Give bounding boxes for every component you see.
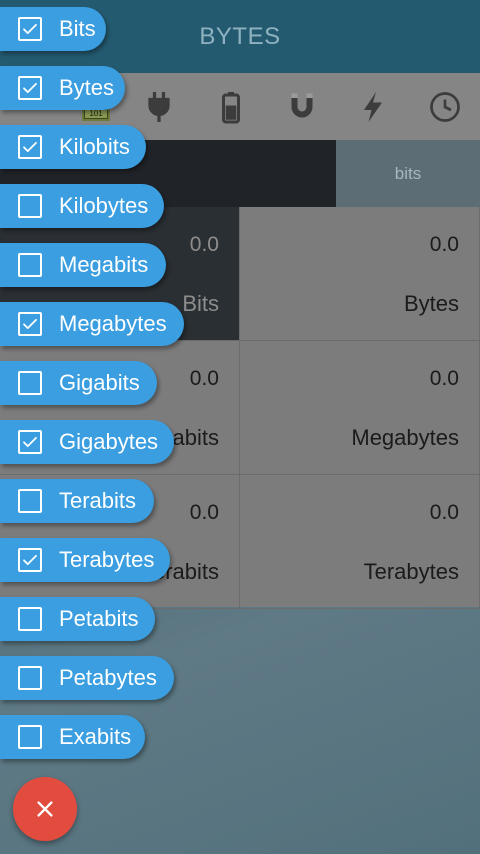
checkbox[interactable]: [18, 17, 42, 41]
unit-toggle-label: Petabytes: [59, 665, 157, 690]
check-icon: [23, 554, 37, 566]
cell-unit: Bits: [182, 291, 219, 316]
close-button[interactable]: [13, 777, 77, 841]
grid-cell[interactable]: 0.0 Terabytes: [240, 475, 480, 609]
cell-unit: Terabytes: [363, 559, 459, 584]
lightning-icon[interactable]: [353, 87, 393, 127]
cell-value: 0.0: [189, 501, 219, 524]
unit-toggle-bits[interactable]: Bits: [0, 7, 106, 51]
unit-toggle-label: Megabits: [59, 252, 149, 277]
unit-toggle-petabytes[interactable]: Petabytes: [0, 656, 174, 700]
unit-toggle-label: Terabits: [59, 488, 137, 513]
unit-toggle-kilobits[interactable]: Kilobits: [0, 125, 146, 169]
unit-toggle-terabits[interactable]: Terabits: [0, 479, 154, 523]
unit-toggle-label: Gigabytes: [59, 429, 159, 454]
cell-value: 0.0: [429, 233, 459, 256]
check-icon: [23, 141, 37, 153]
checkbox[interactable]: [18, 430, 42, 454]
unit-toggle-gigabits[interactable]: Gigabits: [0, 361, 157, 405]
cell-unit: Megabytes: [351, 425, 459, 450]
checkbox[interactable]: [18, 548, 42, 572]
binary-icon-label: 101: [84, 109, 108, 119]
checkbox[interactable]: [18, 371, 42, 395]
unit-toggle-label: Kilobytes: [59, 193, 149, 218]
unit-toggle-label: Terabytes: [59, 547, 155, 572]
check-icon: [23, 318, 37, 330]
unit-toggle-petabits[interactable]: Petabits: [0, 597, 155, 641]
check-icon: [23, 23, 37, 35]
battery-icon[interactable]: [211, 87, 251, 127]
close-icon: [37, 801, 53, 817]
unit-toggle-exabits[interactable]: Exabits: [0, 715, 145, 759]
cell-value: 0.0: [429, 367, 459, 390]
checkbox[interactable]: [18, 312, 42, 336]
magnet-icon[interactable]: [282, 87, 322, 127]
checkbox[interactable]: [18, 253, 42, 277]
cell-value: 0.0: [189, 233, 219, 256]
unit-toggle-label: Bytes: [59, 75, 115, 100]
clock-icon[interactable]: [425, 87, 465, 127]
unit-toggle-label: Petabits: [59, 606, 139, 631]
cell-unit: Bytes: [403, 291, 459, 316]
checkbox[interactable]: [18, 725, 42, 749]
page-title: BYTES: [199, 22, 281, 50]
unit-toggle-terabytes[interactable]: Terabytes: [0, 538, 170, 582]
unit-toggle-label: Exabits: [59, 724, 132, 749]
checkbox[interactable]: [18, 489, 42, 513]
checkbox[interactable]: [18, 194, 42, 218]
unit-toggle-label: Kilobits: [59, 134, 130, 159]
cell-value: 0.0: [189, 367, 219, 390]
plug-icon[interactable]: [139, 87, 179, 127]
unit-toggle-bytes[interactable]: Bytes: [0, 66, 125, 110]
checkbox[interactable]: [18, 607, 42, 631]
unit-toggle-megabits[interactable]: Megabits: [0, 243, 166, 287]
grid-cell[interactable]: 0.0 Megabytes: [240, 341, 480, 475]
unit-toggle-label: Megabytes: [59, 311, 167, 336]
checkbox[interactable]: [18, 135, 42, 159]
checkbox[interactable]: [18, 666, 42, 690]
check-icon: [23, 436, 37, 448]
unit-toggle-label: Bits: [59, 16, 96, 41]
unit-toggle-kilobytes[interactable]: Kilobytes: [0, 184, 164, 228]
unit-toggle-megabytes[interactable]: Megabytes: [0, 302, 184, 346]
cell-value: 0.0: [429, 501, 459, 524]
grid-cell[interactable]: 0.0 Bytes: [240, 207, 480, 341]
unit-toggle-label: Gigabits: [59, 370, 140, 395]
unit-header-label[interactable]: bits: [336, 140, 480, 207]
unit-toggle-gigabytes[interactable]: Gigabytes: [0, 420, 174, 464]
checkbox[interactable]: [18, 76, 42, 100]
check-icon: [23, 82, 37, 94]
